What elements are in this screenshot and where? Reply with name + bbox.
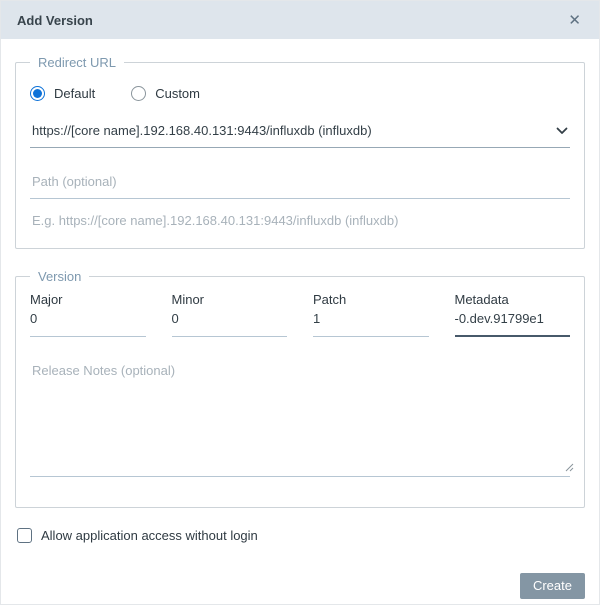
add-version-dialog: Add Version ✕ Redirect URL Default Custo… bbox=[0, 0, 600, 605]
radio-selected-icon[interactable] bbox=[30, 86, 45, 101]
metadata-input[interactable] bbox=[455, 309, 571, 337]
dialog-body: Redirect URL Default Custom https://[cor… bbox=[1, 55, 599, 599]
version-fields-grid: Major Minor Patch Metadata bbox=[30, 292, 570, 337]
version-legend: Version bbox=[30, 269, 89, 284]
version-field-metadata: Metadata bbox=[455, 292, 571, 337]
major-input[interactable] bbox=[30, 309, 146, 337]
version-field-patch: Patch bbox=[313, 292, 429, 337]
minor-label: Minor bbox=[172, 292, 288, 307]
allow-access-label: Allow application access without login bbox=[41, 528, 258, 543]
redirect-url-selected-value: https://[core name].192.168.40.131:9443/… bbox=[32, 123, 372, 138]
resize-grip-icon[interactable] bbox=[565, 463, 574, 472]
dialog-title: Add Version bbox=[17, 13, 93, 28]
version-field-minor: Minor bbox=[172, 292, 288, 337]
radio-option-custom[interactable]: Custom bbox=[131, 86, 200, 101]
chevron-down-icon bbox=[556, 127, 568, 135]
redirect-type-radio-group: Default Custom bbox=[30, 86, 572, 101]
create-button[interactable]: Create bbox=[520, 573, 585, 599]
redirect-url-section: Redirect URL Default Custom https://[cor… bbox=[15, 55, 585, 249]
radio-option-default[interactable]: Default bbox=[30, 86, 95, 101]
radio-option-label: Custom bbox=[155, 86, 200, 101]
path-input[interactable] bbox=[30, 174, 570, 199]
patch-label: Patch bbox=[313, 292, 429, 307]
redirect-url-legend: Redirect URL bbox=[30, 55, 124, 70]
dialog-footer: Create bbox=[15, 573, 585, 599]
release-notes-wrap bbox=[30, 355, 570, 477]
major-label: Major bbox=[30, 292, 146, 307]
metadata-label: Metadata bbox=[455, 292, 571, 307]
allow-access-checkbox-row[interactable]: Allow application access without login bbox=[17, 528, 583, 543]
dialog-header: Add Version ✕ bbox=[1, 1, 599, 39]
redirect-url-select[interactable]: https://[core name].192.168.40.131:9443/… bbox=[30, 123, 570, 148]
version-section: Version Major Minor Patch Metadata bbox=[15, 269, 585, 508]
radio-option-label: Default bbox=[54, 86, 95, 101]
close-icon[interactable]: ✕ bbox=[566, 11, 583, 30]
minor-input[interactable] bbox=[172, 309, 288, 337]
patch-input[interactable] bbox=[313, 309, 429, 337]
checkbox-unchecked-icon[interactable] bbox=[17, 528, 32, 543]
radio-unselected-icon[interactable] bbox=[131, 86, 146, 101]
url-example-helper-text: E.g. https://[core name].192.168.40.131:… bbox=[32, 213, 568, 228]
version-field-major: Major bbox=[30, 292, 146, 337]
release-notes-textarea[interactable] bbox=[30, 355, 570, 477]
